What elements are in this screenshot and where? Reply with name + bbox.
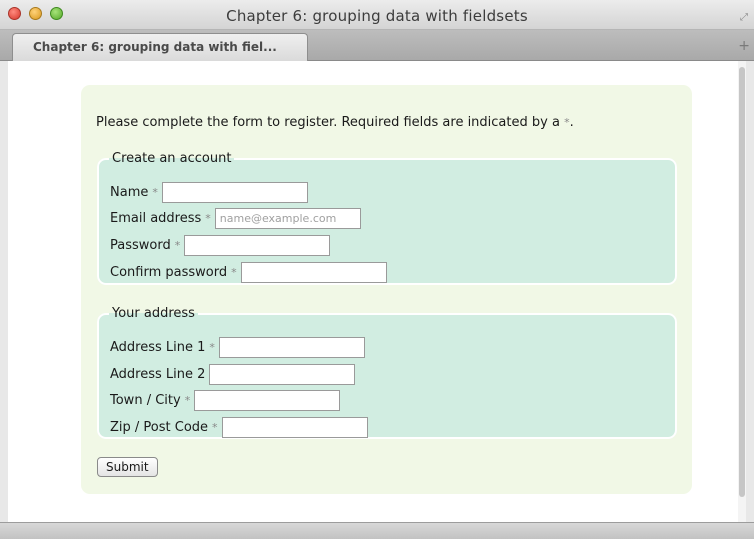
name-input[interactable] — [161, 181, 308, 203]
required-marker: * — [231, 265, 237, 279]
post-code-row: Zip / Post Code * — [110, 415, 368, 439]
address-line-2-input[interactable] — [209, 363, 356, 385]
fieldset-create-account: Create an account Name * Email address *… — [97, 151, 677, 285]
scrollbar-thumb[interactable] — [739, 67, 745, 497]
required-marker: * — [174, 238, 181, 252]
town-city-label: Town / City — [110, 392, 181, 408]
post-code-label: Zip / Post Code — [110, 419, 209, 435]
required-marker: * — [152, 185, 158, 199]
window-title: Chapter 6: grouping data with fieldsets — [226, 7, 528, 25]
fieldset-your-address: Your address Address Line 1 * Address Li… — [97, 306, 677, 439]
status-bar — [0, 522, 754, 539]
email-input[interactable] — [214, 207, 361, 229]
required-marker: * — [209, 340, 215, 354]
address-line-1-row: Address Line 1 * — [110, 335, 365, 359]
required-marker: * — [212, 420, 218, 434]
email-row: Email address * — [110, 206, 361, 230]
post-code-input[interactable] — [221, 416, 368, 438]
town-city-input[interactable] — [194, 389, 341, 411]
confirm-password-label: Confirm password — [110, 264, 228, 280]
password-input[interactable] — [184, 234, 331, 256]
vertical-scrollbar[interactable] — [738, 61, 746, 522]
town-city-row: Town / City * — [110, 388, 341, 412]
tab-chapter-6[interactable]: Chapter 6: grouping data with fiel... — [12, 33, 308, 61]
submit-button[interactable]: Submit — [97, 457, 158, 477]
fieldset-legend-account: Create an account — [112, 151, 232, 166]
address-line-1-input[interactable] — [218, 336, 365, 358]
page-content: Please complete the form to register. Re… — [8, 61, 746, 522]
fieldset-legend-address: Your address — [112, 306, 195, 321]
name-label: Name — [110, 184, 149, 200]
address-line-1-label: Address Line 1 — [110, 339, 206, 355]
email-label: Email address — [110, 210, 202, 226]
title-bar: Chapter 6: grouping data with fieldsets … — [0, 0, 754, 30]
password-label: Password — [110, 237, 171, 253]
intro-text: Please complete the form to register. Re… — [96, 115, 574, 130]
intro-text-body: Please complete the form to register. Re… — [96, 115, 560, 130]
new-tab-icon[interactable]: + — [738, 38, 750, 54]
required-marker: * — [205, 211, 211, 225]
intro-text-end: . — [569, 115, 574, 130]
name-row: Name * — [110, 180, 308, 204]
address-line-2-label: Address Line 2 — [110, 366, 206, 382]
password-row: Password * — [110, 233, 331, 257]
tab-bar: Chapter 6: grouping data with fiel... + — [0, 30, 754, 61]
address-line-2-row: Address Line 2 — [110, 362, 356, 386]
confirm-password-row: Confirm password * — [110, 260, 387, 284]
confirm-password-input[interactable] — [240, 261, 387, 283]
required-marker: * — [184, 393, 191, 407]
fullscreen-icon[interactable]: ⤢ — [740, 12, 748, 23]
registration-form: Please complete the form to register. Re… — [81, 85, 692, 494]
